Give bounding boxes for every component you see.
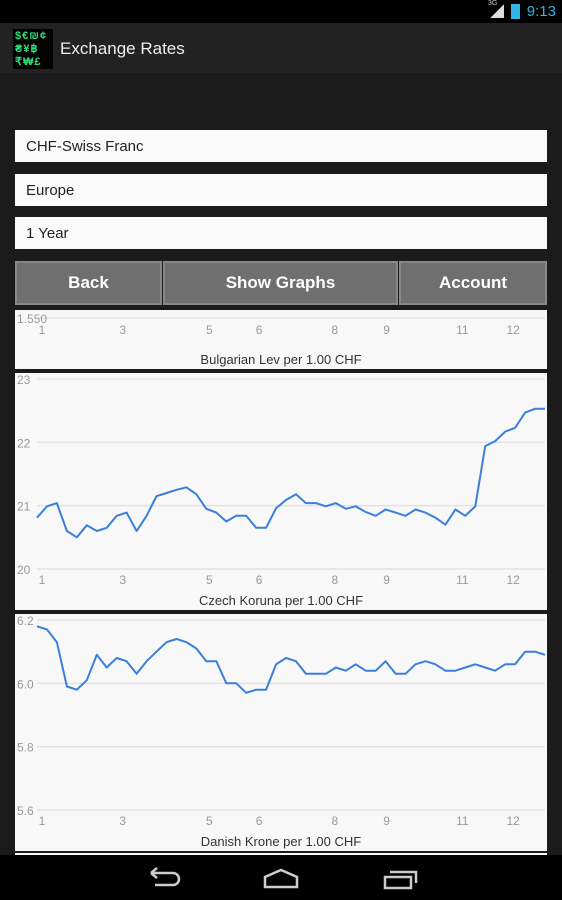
signal-icon: 3G: [488, 0, 504, 18]
x-tick-label: 8: [331, 323, 338, 337]
x-tick-label: 12: [506, 814, 520, 828]
y-tick-label: 22: [17, 436, 31, 450]
clock: 9:13: [526, 3, 556, 20]
battery-charging-icon: [511, 4, 520, 19]
status-bar: 3G 9:13: [0, 0, 562, 23]
action-bar: $€₪¢ ₴¥฿ ₹₩£ Exchange Rates: [0, 23, 562, 73]
x-tick-label: 5: [206, 573, 213, 587]
y-tick-label: 6.0: [17, 677, 34, 691]
recent-apps-icon[interactable]: [381, 865, 421, 891]
x-tick-label: 1: [39, 573, 46, 587]
y-tick-label: 20: [17, 563, 31, 577]
account-button[interactable]: Account: [399, 261, 547, 305]
x-tick-label: 3: [119, 323, 126, 337]
y-tick-label: 21: [17, 500, 31, 514]
chart-title: Bulgarian Lev per 1.00 CHF: [200, 352, 361, 367]
x-tick-label: 6: [256, 814, 263, 828]
x-tick-label: 8: [331, 573, 338, 587]
x-tick-label: 1: [39, 814, 46, 828]
y-tick-label: 5.6: [17, 804, 34, 818]
x-tick-label: 5: [206, 323, 213, 337]
chart-czech-koruna: 20 21 22 23 1 3 5 6 8 9 11 12 Czech Koruna per 1.00 …: [15, 373, 547, 610]
x-tick-label: 11: [456, 323, 469, 337]
period-spinner[interactable]: 1 Year: [15, 217, 547, 249]
chart-title: Czech Koruna per 1.00 CHF: [199, 593, 363, 608]
x-tick-label: 3: [119, 814, 126, 828]
y-tick-label: 6.2: [17, 614, 34, 628]
x-tick-label: 12: [506, 323, 520, 337]
show-graphs-button[interactable]: Show Graphs: [163, 261, 398, 305]
x-tick-label: 6: [256, 323, 263, 337]
chart-bulgarian-lev: 1.550 1 3 5 6 8 9 11 12 Bulgarian Lev per 1.00 CH…: [15, 310, 547, 369]
back-nav-icon[interactable]: [143, 865, 183, 891]
y-tick-label: 5.8: [17, 741, 34, 755]
x-tick-label: 8: [331, 814, 338, 828]
back-button[interactable]: Back: [15, 261, 162, 305]
x-tick-label: 12: [506, 573, 520, 587]
network-type: 3G: [488, 0, 498, 7]
x-tick-label: 6: [256, 573, 263, 587]
navigation-bar: [0, 855, 562, 900]
x-tick-label: 9: [383, 323, 390, 337]
x-tick-label: 1: [39, 323, 46, 337]
region-spinner[interactable]: Europe: [15, 174, 547, 206]
x-tick-label: 11: [456, 573, 469, 587]
y-tick-label: 23: [17, 373, 31, 387]
x-tick-label: 9: [383, 573, 390, 587]
x-tick-label: 9: [383, 814, 390, 828]
chart-title: Danish Krone per 1.00 CHF: [201, 834, 361, 849]
x-tick-label: 11: [456, 814, 469, 828]
chart-danish-krone: 5.6 5.8 6.0 6.2 1 3 5 6 8 9 11 12 Danish Krone per 1…: [15, 614, 547, 851]
currency-spinner[interactable]: CHF-Swiss Franc: [15, 130, 547, 162]
x-tick-label: 3: [119, 573, 126, 587]
app-logo-icon[interactable]: $€₪¢ ₴¥฿ ₹₩£: [13, 29, 53, 69]
app-title: Exchange Rates: [60, 39, 185, 58]
x-tick-label: 5: [206, 814, 213, 828]
home-nav-icon[interactable]: [261, 865, 301, 891]
series-line: [36, 407, 545, 539]
